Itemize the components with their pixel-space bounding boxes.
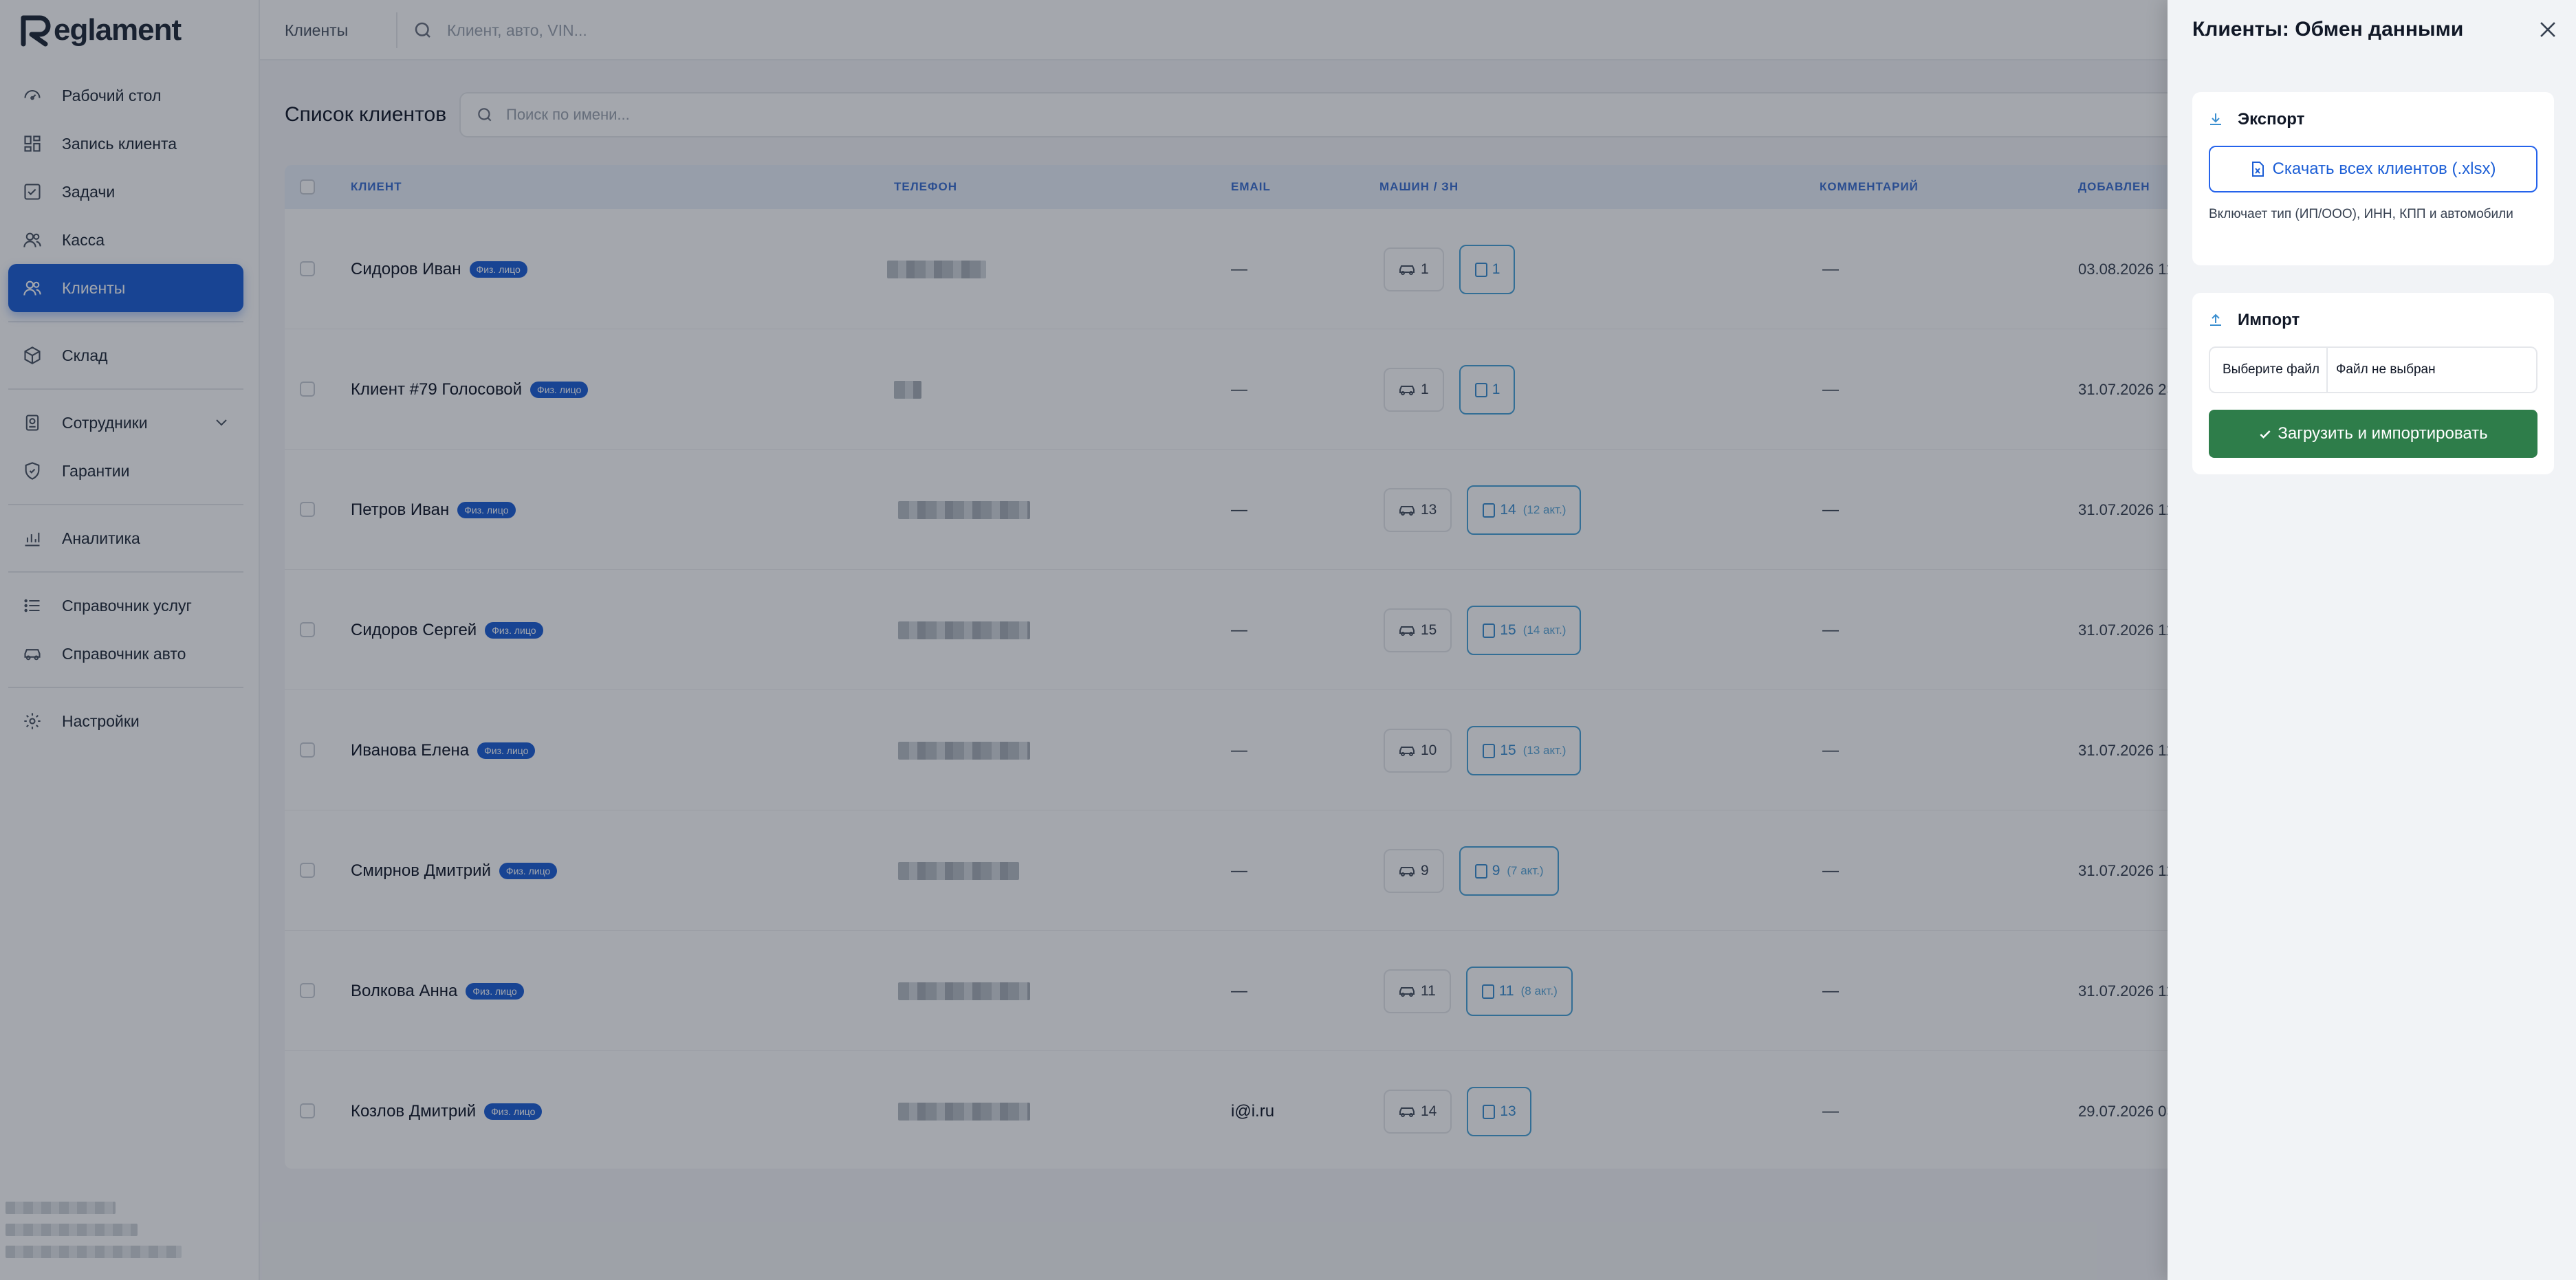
export-note: Включает тип (ИП/ООО), ИНН, КПП и автомо… xyxy=(2209,207,2513,221)
import-card: Импорт Выберите файл Файл не выбран Загр… xyxy=(2192,293,2554,474)
import-heading: Импорт xyxy=(2207,311,2300,330)
check-icon xyxy=(2258,427,2272,441)
export-card: Экспорт Скачать всех клиентов (.xlsx) Вк… xyxy=(2192,92,2554,265)
upload-import-label: Загрузить и импортировать xyxy=(2278,424,2488,443)
drawer-title: Клиенты: Обмен данными xyxy=(2192,18,2464,41)
choose-file-button[interactable]: Выберите файл xyxy=(2210,348,2328,392)
download-icon xyxy=(2207,111,2224,128)
upload-import-button[interactable]: Загрузить и импортировать xyxy=(2209,410,2537,458)
file-excel-icon xyxy=(2251,161,2264,177)
download-clients-label: Скачать всех клиентов (.xlsx) xyxy=(2272,159,2496,178)
export-heading: Экспорт xyxy=(2207,110,2304,129)
close-icon[interactable] xyxy=(2536,18,2559,41)
import-heading-label: Импорт xyxy=(2238,311,2300,329)
export-heading-label: Экспорт xyxy=(2238,110,2305,129)
download-clients-button[interactable]: Скачать всех клиентов (.xlsx) xyxy=(2209,146,2537,192)
import-file-input[interactable]: Выберите файл Файл не выбран xyxy=(2209,346,2537,393)
upload-icon xyxy=(2207,312,2224,329)
file-status-text: Файл не выбран xyxy=(2335,362,2436,377)
data-exchange-drawer: Клиенты: Обмен данными Экспорт Скачать в… xyxy=(2168,0,2576,1280)
